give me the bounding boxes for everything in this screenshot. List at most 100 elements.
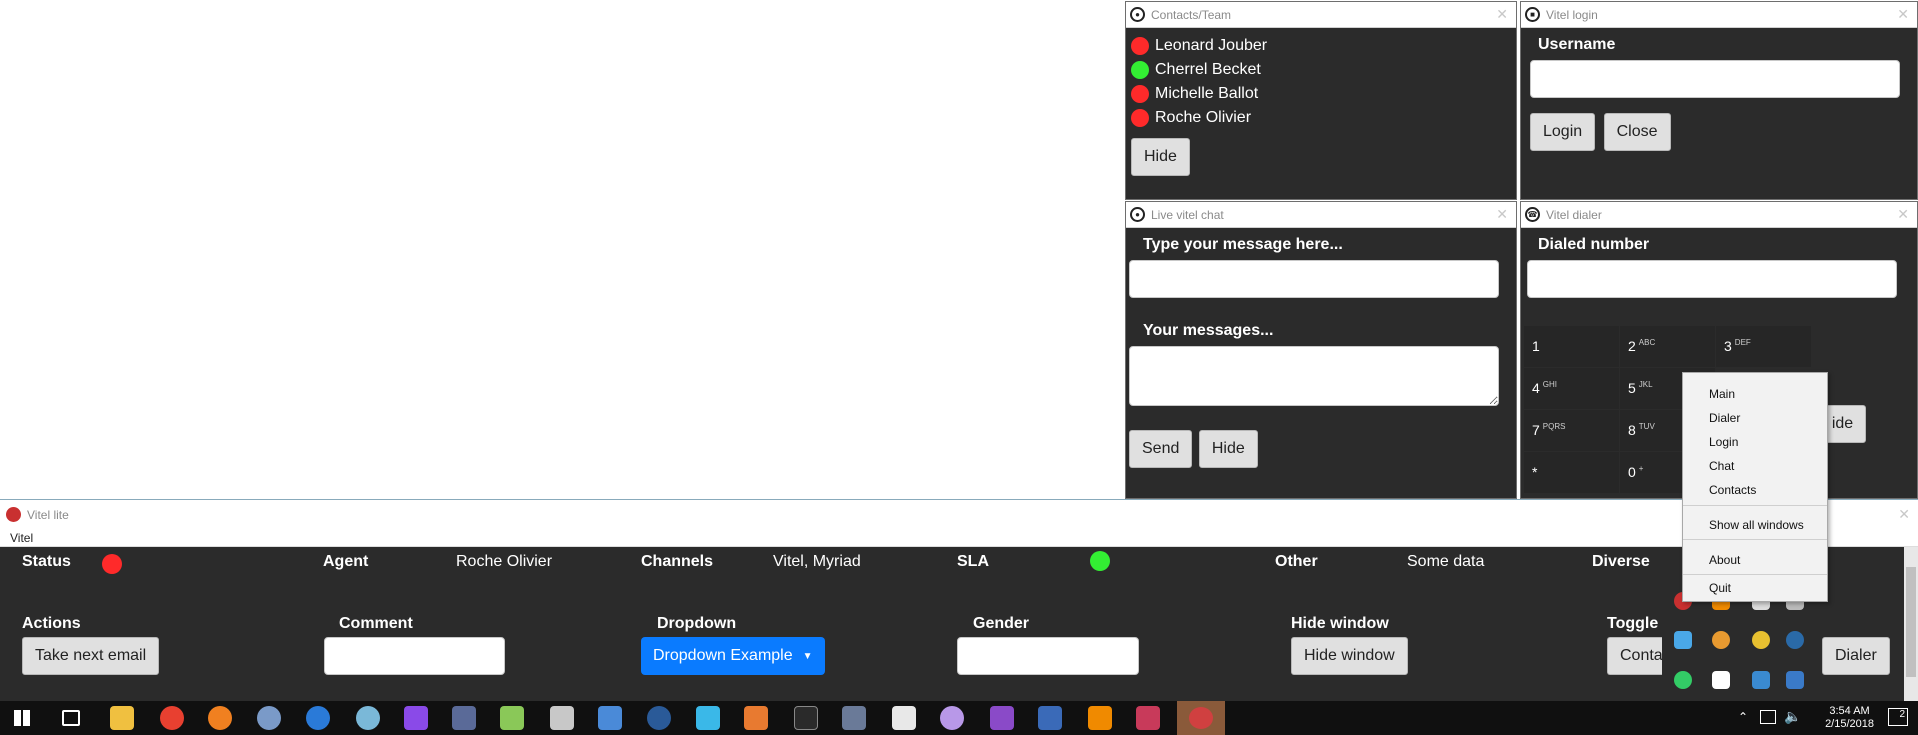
app-icon[interactable]: [257, 706, 281, 730]
task-view-icon[interactable]: [62, 710, 80, 726]
scrollbar[interactable]: [1904, 547, 1918, 701]
lock-icon: ■: [1525, 7, 1540, 22]
notification-icon[interactable]: 2: [1888, 708, 1908, 726]
close-button[interactable]: Close: [1603, 113, 1671, 151]
key-1[interactable]: 1: [1524, 326, 1619, 367]
key-7[interactable]: 7 PQRS: [1524, 410, 1619, 451]
key-2[interactable]: 2 ABC: [1620, 326, 1715, 367]
chevron-up-icon[interactable]: ⌃: [1738, 710, 1748, 724]
windows-start-icon[interactable]: [14, 710, 30, 726]
file-explorer-icon[interactable]: [110, 706, 134, 730]
app-icon[interactable]: [452, 706, 476, 730]
dropdown-button[interactable]: Dropdown Example ▼: [641, 637, 825, 675]
app-icon[interactable]: [1136, 706, 1160, 730]
steam-tray-icon[interactable]: [1786, 631, 1804, 649]
comment-input[interactable]: [324, 637, 505, 675]
close-icon[interactable]: ✕: [1496, 206, 1508, 223]
app-icon[interactable]: [940, 706, 964, 730]
sync-tray-icon[interactable]: [1752, 671, 1770, 689]
contact-item[interactable]: Michelle Ballot: [1131, 82, 1513, 106]
volume-icon[interactable]: 🔈: [1784, 708, 1801, 725]
firefox-icon[interactable]: [208, 706, 232, 730]
hide-button[interactable]: Hide: [1131, 138, 1190, 176]
sla-indicator: [1090, 551, 1110, 571]
menu-item-chat[interactable]: Chat: [1709, 459, 1734, 473]
dropdown-label: Dropdown: [657, 615, 737, 632]
take-next-email-button[interactable]: Take next email: [22, 637, 160, 675]
contacts-app-icon: ●: [1130, 7, 1145, 22]
status-label: Status: [22, 553, 71, 570]
notification-count: 2: [1899, 709, 1905, 720]
steam-icon[interactable]: [647, 706, 671, 730]
visual-studio-icon[interactable]: [990, 706, 1014, 730]
message-input[interactable]: [1129, 260, 1499, 298]
menu-item-main[interactable]: Main: [1709, 387, 1735, 401]
toggle-contacts-button[interactable]: Conta: [1607, 637, 1663, 675]
calculator-icon[interactable]: [550, 706, 574, 730]
menu-item-login[interactable]: Login: [1709, 435, 1738, 449]
twitch-icon[interactable]: [404, 706, 428, 730]
app-icon[interactable]: [1038, 706, 1062, 730]
vlc-icon[interactable]: [1088, 706, 1112, 730]
close-icon[interactable]: ✕: [1897, 206, 1909, 223]
network-tray-icon[interactable]: [1674, 631, 1692, 649]
menu-item-contacts[interactable]: Contacts: [1709, 483, 1756, 497]
messages-textarea[interactable]: [1129, 346, 1499, 406]
toggle-dialer-button[interactable]: Dialer: [1822, 637, 1890, 675]
close-icon[interactable]: ✕: [1898, 506, 1910, 523]
send-button[interactable]: Send: [1129, 430, 1193, 468]
sla-label: SLA: [957, 553, 989, 570]
other-label: Other: [1275, 553, 1318, 570]
dialer-titlebar: ☎ Vitel dialer ✕: [1521, 202, 1917, 228]
menu-item-show-all[interactable]: Show all windows: [1709, 518, 1804, 532]
login-button[interactable]: Login: [1530, 113, 1596, 151]
shield-tray-icon[interactable]: [1712, 671, 1730, 689]
hide-window-button[interactable]: Hide window: [1291, 637, 1408, 675]
contact-item[interactable]: Leonard Jouber: [1131, 34, 1513, 58]
menu-vitel[interactable]: Vitel: [10, 531, 33, 545]
login-window: ■ Vitel login ✕ Username Login Close: [1520, 1, 1918, 200]
close-icon[interactable]: ✕: [1496, 6, 1508, 23]
menu-separator: [1683, 539, 1827, 540]
gender-input[interactable]: [957, 637, 1139, 675]
channels-value: Vitel, Myriad: [773, 553, 861, 570]
mail-icon[interactable]: [892, 706, 916, 730]
menu-item-about[interactable]: About: [1709, 553, 1740, 567]
messages-label: Your messages...: [1143, 322, 1274, 339]
kodi-icon[interactable]: [696, 706, 720, 730]
dialed-number-input[interactable]: [1527, 260, 1897, 298]
menu-bar: Vitel: [0, 529, 1918, 547]
hide-window-label: Hide window: [1291, 615, 1389, 632]
edge-icon[interactable]: [306, 706, 330, 730]
app-icon[interactable]: [598, 706, 622, 730]
username-input[interactable]: [1530, 60, 1900, 98]
chat-app-icon: ●: [1130, 207, 1145, 222]
arrow-tray-icon[interactable]: [1712, 631, 1730, 649]
status-indicator: [102, 554, 122, 574]
vs-code-icon[interactable]: [744, 706, 768, 730]
key-star[interactable]: *: [1524, 452, 1619, 493]
contact-item[interactable]: Cherrel Becket: [1131, 58, 1513, 82]
contact-item[interactable]: Roche Olivier: [1131, 106, 1513, 130]
vitel-taskbar-button[interactable]: [1177, 701, 1225, 735]
key-4[interactable]: 4 GHI: [1524, 368, 1619, 409]
chrome-tray-icon[interactable]: [1752, 631, 1770, 649]
dropdown-button-label: Dropdown Example: [653, 647, 793, 664]
terminal-icon[interactable]: [794, 706, 818, 730]
chat-window: ● Live vitel chat ✕ Type your message he…: [1125, 201, 1517, 499]
outlook-tray-icon[interactable]: [1786, 671, 1804, 689]
menu-item-quit[interactable]: Quit: [1709, 581, 1731, 595]
key-3[interactable]: 3 DEF: [1716, 326, 1811, 367]
notepad-icon[interactable]: [500, 706, 524, 730]
hide-button[interactable]: Hide: [1198, 430, 1258, 468]
clock[interactable]: 3:54 AM 2/15/2018: [1825, 705, 1874, 731]
close-icon[interactable]: ✕: [1897, 6, 1909, 23]
cloud-tray-icon[interactable]: [1674, 671, 1692, 689]
chrome-icon[interactable]: [160, 706, 184, 730]
status-dot: [1131, 37, 1149, 55]
app-icon[interactable]: [842, 706, 866, 730]
menu-item-dialer[interactable]: Dialer: [1709, 411, 1740, 425]
scrollbar-thumb[interactable]: [1906, 567, 1916, 677]
network-icon[interactable]: [1760, 710, 1776, 724]
app-icon[interactable]: [356, 706, 380, 730]
